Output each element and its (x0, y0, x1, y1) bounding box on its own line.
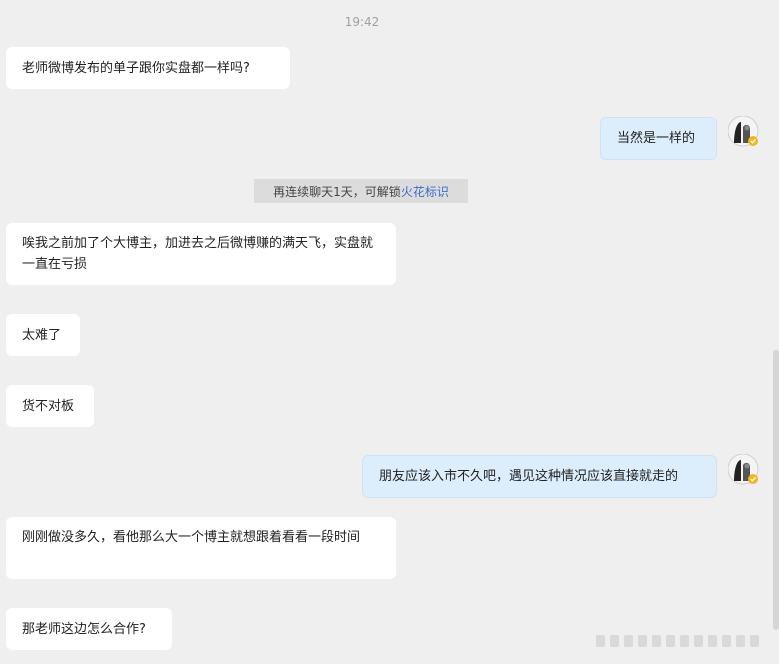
message-text: 太难了 (22, 327, 62, 343)
message-text: 当然是一样的 (617, 131, 696, 146)
message-bubble-incoming[interactable]: 那老师这边怎么合作? (6, 608, 172, 650)
message-bubble-incoming[interactable]: 唉我之前加了个大博主，加进去之后微博赚的满天飞，实盘就一直在亏损 (6, 223, 396, 285)
verified-badge-icon (748, 474, 758, 484)
message-text: 那老师这边怎么合作? (22, 621, 146, 637)
message-bubble-incoming[interactable]: 货不对板 (6, 385, 94, 427)
user-avatar-icon[interactable] (728, 116, 759, 147)
message-text: 货不对板 (22, 398, 75, 414)
message-bubble-incoming[interactable]: 刚刚做没多久，看他那么大一个博主就想跟着看看一段时间 (6, 517, 396, 579)
notice-text: 再连续聊天1天，可解锁 (273, 184, 401, 199)
spark-unlock-notice: 再连续聊天1天，可解锁 火花标识 (254, 179, 468, 203)
chat-timestamp: 19:42 (344, 15, 380, 29)
user-avatar-icon[interactable] (728, 454, 759, 485)
spark-badge-link[interactable]: 火花标识 (401, 183, 449, 200)
message-bubble-incoming[interactable]: 太难了 (6, 314, 80, 356)
verified-badge-icon (748, 136, 758, 146)
message-text: 老师微博发布的单子跟你实盘都一样吗? (22, 60, 250, 76)
message-text: 唉我之前加了个大博主，加进去之后微博赚的满天飞，实盘就一直在亏损 (22, 236, 374, 272)
watermark-bar (596, 634, 766, 648)
message-text: 朋友应该入市不久吧，遇见这种情况应该直接就走的 (379, 469, 679, 484)
message-bubble-outgoing[interactable]: 朋友应该入市不久吧，遇见这种情况应该直接就走的 (362, 455, 717, 498)
chat-scrollbar[interactable] (773, 350, 779, 630)
message-bubble-incoming[interactable]: 老师微博发布的单子跟你实盘都一样吗? (6, 47, 290, 89)
message-bubble-outgoing[interactable]: 当然是一样的 (600, 117, 717, 160)
message-text: 刚刚做没多久，看他那么大一个博主就想跟着看看一段时间 (22, 530, 361, 545)
